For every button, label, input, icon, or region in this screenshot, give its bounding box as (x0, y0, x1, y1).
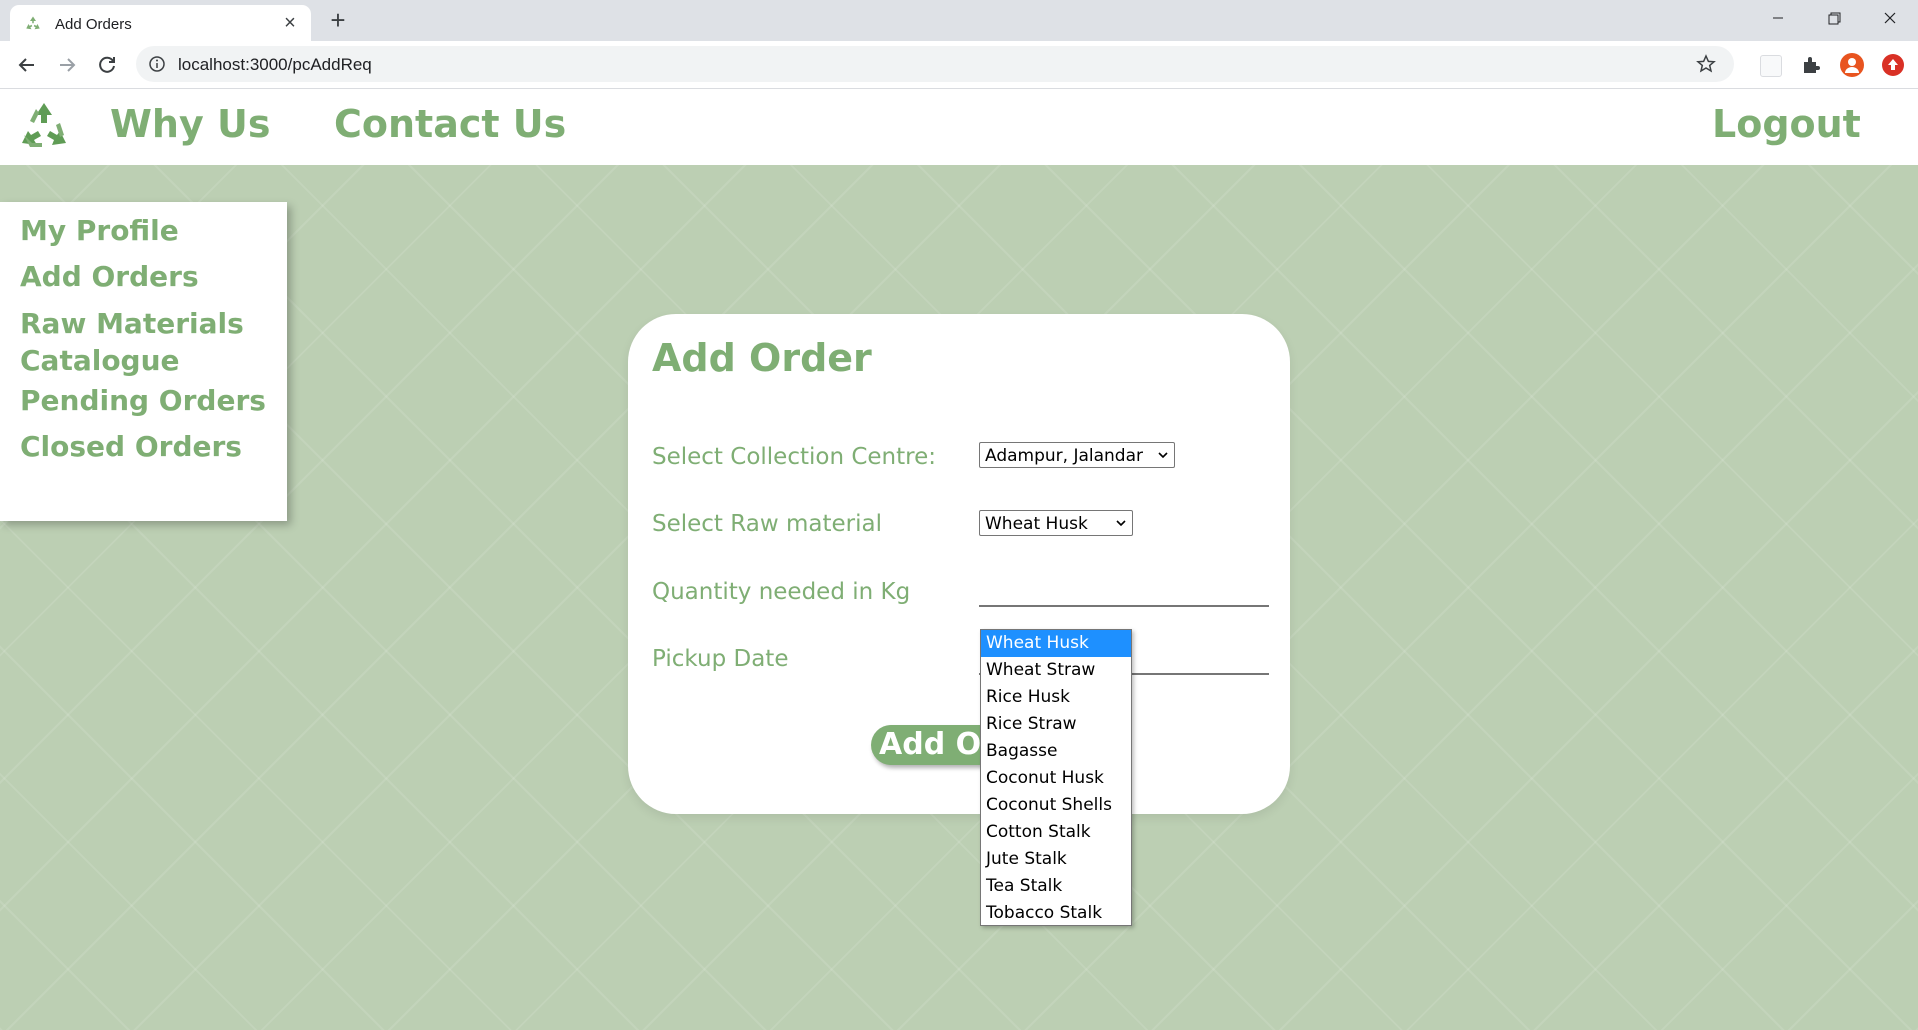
site-header: Why Us Contact Us Logout (0, 89, 1918, 165)
quantity-label: Quantity needed in Kg (652, 579, 911, 605)
quantity-input[interactable] (979, 605, 1269, 607)
raw-material-option[interactable]: Coconut Shells (981, 792, 1131, 819)
collection-centre-select[interactable]: Adampur, Jalandar (979, 442, 1175, 468)
raw-material-dropdown: Wheat Husk Wheat Straw Rice Husk Rice Straw… (980, 629, 1132, 926)
sidebar-item-pending-orders[interactable]: Pending Orders (20, 382, 266, 419)
pickup-date-label: Pickup Date (652, 646, 789, 672)
chevron-down-icon (1116, 520, 1126, 527)
sidebar: My Profile Add Orders Raw Materials Cata… (0, 202, 287, 521)
form-title: Add Order (652, 336, 872, 380)
profile-avatar[interactable] (1840, 53, 1864, 77)
extension-icon[interactable] (1760, 55, 1782, 77)
minimize-icon[interactable] (1758, 4, 1798, 32)
raw-material-option[interactable]: Jute Stalk (981, 846, 1131, 873)
raw-material-option[interactable]: Bagasse (981, 738, 1131, 765)
raw-material-option[interactable]: Tobacco Stalk (981, 900, 1131, 927)
tab-close-icon[interactable]: × (280, 13, 300, 33)
sidebar-item-raw-materials-catalogue[interactable]: Raw Materials Catalogue (20, 305, 250, 379)
page-content: Why Us Contact Us Logout My Profile Add … (0, 89, 1918, 1030)
tab-title: Add Orders (55, 16, 132, 33)
restore-icon[interactable] (1814, 4, 1854, 32)
raw-material-option[interactable]: Coconut Husk (981, 765, 1131, 792)
raw-material-option[interactable]: Wheat Straw (981, 657, 1131, 684)
update-icon[interactable] (1882, 54, 1904, 76)
raw-material-value: Wheat Husk (985, 514, 1088, 534)
recycle-icon (26, 16, 40, 30)
nav-contact-us[interactable]: Contact Us (334, 102, 566, 146)
raw-material-label: Select Raw material (652, 511, 882, 537)
raw-material-option[interactable]: Wheat Husk (981, 630, 1131, 657)
collection-centre-label: Select Collection Centre: (652, 444, 936, 470)
nav-logout[interactable]: Logout (1712, 102, 1861, 146)
url-text[interactable]: localhost:3000/pcAddReq (178, 55, 372, 75)
raw-material-option[interactable]: Rice Straw (981, 711, 1131, 738)
reload-icon[interactable] (93, 51, 121, 79)
browser-tab-bar: Add Orders × + (0, 0, 1918, 41)
browser-tab[interactable]: Add Orders × (10, 5, 311, 41)
new-tab-icon[interactable]: + (324, 6, 352, 34)
user-icon (1845, 58, 1859, 73)
recycle-logo-icon[interactable] (16, 99, 72, 155)
sidebar-item-closed-orders[interactable]: Closed Orders (20, 428, 242, 465)
chevron-down-icon (1158, 452, 1168, 459)
arrow-up-icon (1888, 59, 1898, 70)
raw-material-option[interactable]: Rice Husk (981, 684, 1131, 711)
browser-toolbar: localhost:3000/pcAddReq (0, 41, 1918, 89)
nav-why-us[interactable]: Why Us (110, 102, 270, 146)
back-icon[interactable] (13, 51, 41, 79)
raw-material-option[interactable]: Cotton Stalk (981, 819, 1131, 846)
sidebar-item-add-orders[interactable]: Add Orders (20, 258, 199, 295)
raw-material-select[interactable]: Wheat Husk (979, 510, 1133, 536)
bookmark-star-icon[interactable] (1696, 54, 1716, 74)
extensions-puzzle-icon[interactable] (1800, 54, 1822, 76)
raw-material-option[interactable]: Tea Stalk (981, 873, 1131, 900)
address-bar[interactable]: localhost:3000/pcAddReq (136, 46, 1734, 82)
forward-icon[interactable] (53, 51, 81, 79)
add-order-form: Add Order Select Collection Centre: Adam… (628, 314, 1290, 814)
collection-centre-value: Adampur, Jalandar (985, 446, 1144, 466)
site-info-icon[interactable] (148, 55, 166, 73)
sidebar-item-my-profile[interactable]: My Profile (20, 212, 179, 249)
window-close-icon[interactable] (1870, 4, 1910, 32)
